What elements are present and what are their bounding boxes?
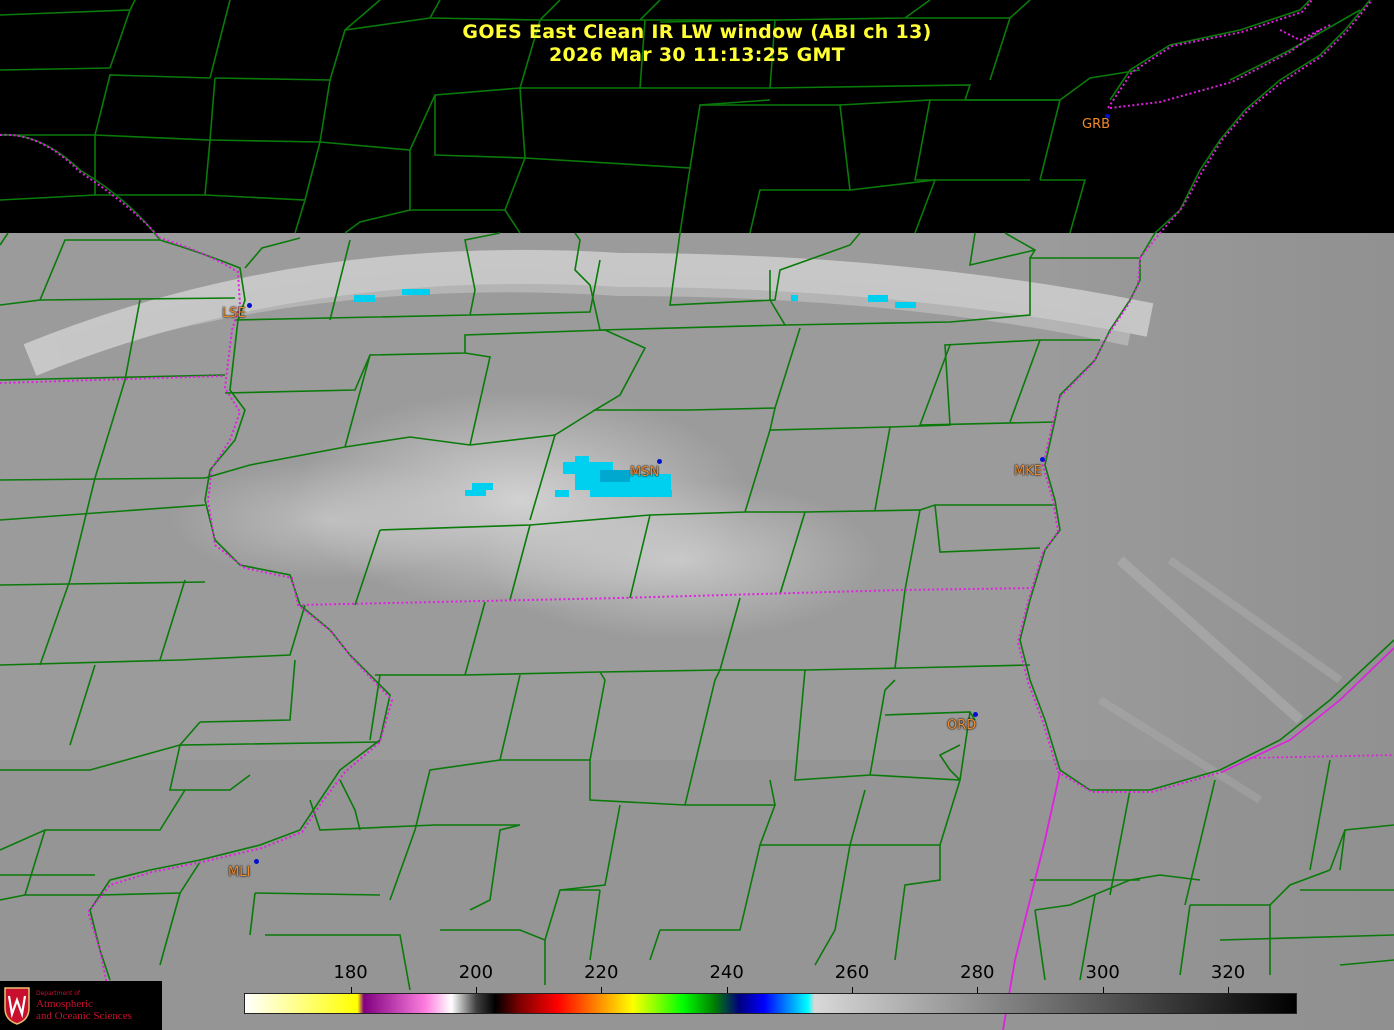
uw-seal-icon [4,987,30,1025]
logo-department-of: Department of [36,990,80,997]
image-title: GOES East Clean IR LW window (ABI ch 13) [462,21,932,43]
colorbar-tick-label: 200 [458,962,494,983]
station-dot-lse [247,303,252,308]
logo-atmospheric: Atmospheric [36,998,93,1010]
satellite-map [0,0,1394,1030]
colorbar-tick-mark [475,987,477,993]
station-label-grb: GRB [1082,117,1111,132]
station-label-ord: ORD [947,718,977,733]
colorbar-tick-mark [601,987,603,993]
colorbar-tick-mark [977,987,979,993]
colorbar-tick-label: 260 [834,962,870,983]
colorbar-tick-label: 320 [1210,962,1246,983]
station-label-mli: MLI [228,865,251,880]
colorbar-tick-mark [1228,987,1230,993]
station-dot-mli [254,859,259,864]
colorbar-tick-label: 180 [333,962,368,983]
station-label-msn: MSN [630,465,660,480]
colorbar-tick-mark [350,987,352,993]
station-label-lse: LSE [222,306,246,321]
colorbar-tick-label: 280 [960,962,995,983]
colorbar-tick-label: 220 [584,962,619,983]
aos-logo: Department of Atmospheric and Oceanic Sc… [0,981,162,1030]
colorbar-tick-mark [1102,987,1104,993]
colorbar-tick-label: 240 [709,962,744,983]
station-dot-msn [657,459,662,464]
colorbar-tick-mark [726,987,728,993]
station-dot-ord [973,712,978,717]
colorbar-tick-mark [851,987,853,993]
image-timestamp: 2026 Mar 30 11:13:25 GMT [548,44,846,66]
temperature-colorbar [244,993,1297,1014]
logo-oceanic-sciences: and Oceanic Sciences [36,1010,132,1022]
station-dot-mke [1040,457,1045,462]
station-label-mke: MKE [1014,464,1042,479]
colorbar-tick-label: 300 [1085,962,1120,983]
